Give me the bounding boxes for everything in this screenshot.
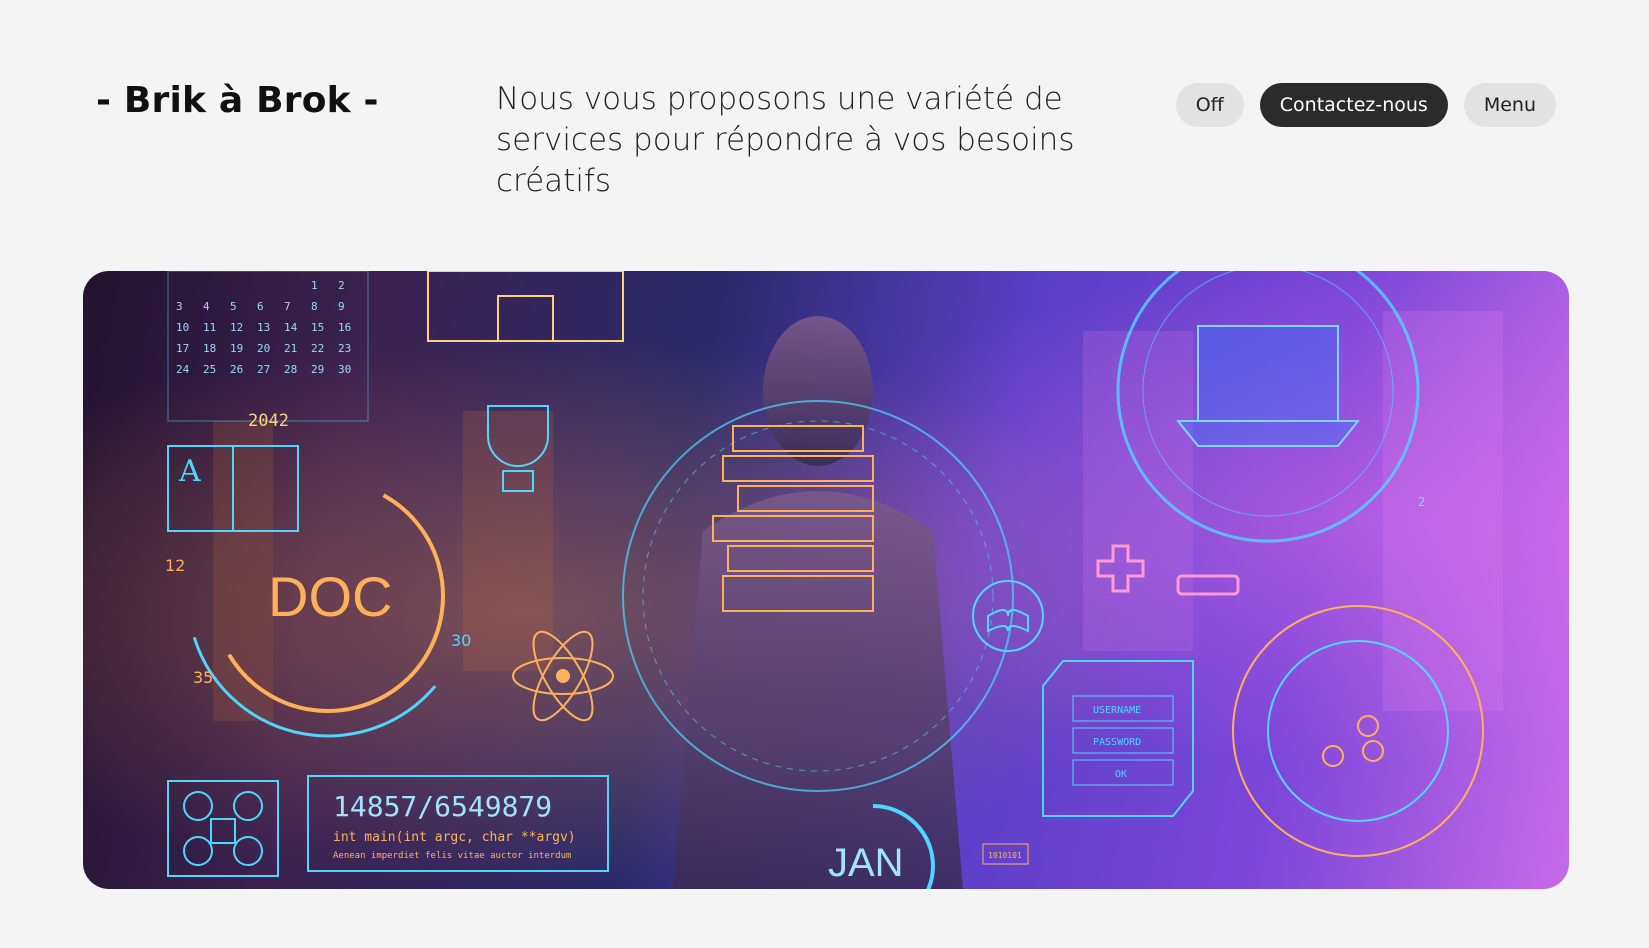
calendar-day: 20 xyxy=(257,342,270,355)
calendar-day: 6 xyxy=(257,300,264,313)
calendar-day: 12 xyxy=(230,321,243,334)
calendar-day: 27 xyxy=(257,363,270,376)
calendar-day: 1 xyxy=(311,279,318,292)
calendar-year: 2042 xyxy=(248,411,289,431)
menu-button[interactable]: Menu xyxy=(1463,83,1556,127)
gauge-label-left: 12 xyxy=(165,556,185,575)
calendar-day: 13 xyxy=(257,321,270,334)
calendar-day: 29 xyxy=(311,363,324,376)
calendar-day: 21 xyxy=(284,342,297,355)
calendar-day: 25 xyxy=(203,363,216,376)
calendar-day: 16 xyxy=(338,321,351,334)
login-username-label: USERNAME xyxy=(1093,705,1141,716)
calendar-day: 28 xyxy=(284,363,297,376)
calendar-day: 24 xyxy=(176,363,190,376)
calendar-day: 30 xyxy=(338,363,351,376)
calendar-day: 4 xyxy=(203,300,210,313)
calendar-day: 18 xyxy=(203,342,216,355)
code-subline: Aenean imperdiet felis vitae auctor inte… xyxy=(333,851,571,861)
off-toggle-button[interactable]: Off xyxy=(1175,83,1244,127)
calendar-day: 14 xyxy=(284,321,298,334)
calendar-day: 10 xyxy=(176,321,189,334)
calendar-day: 7 xyxy=(284,300,291,313)
hero-tagline: Nous vous proposons une variété de servi… xyxy=(496,81,1075,199)
calendar-day: 26 xyxy=(230,363,243,376)
hero-image: 1 2 3 4 5 6 7 8 9 10 11 12 13 14 15 16 17 18 19 20 21 22 23 24 2… xyxy=(83,271,1569,889)
top-nav: Off Contactez-nous Menu xyxy=(1175,83,1556,127)
calendar-day: 19 xyxy=(230,342,243,355)
counter-value: 14857/6549879 xyxy=(333,790,552,823)
login-ok-label: OK xyxy=(1115,769,1127,780)
gauge-label-right: 30 xyxy=(451,631,471,650)
calendar-day: 8 xyxy=(311,300,318,313)
svg-text:A: A xyxy=(178,454,201,489)
calendar-day: 23 xyxy=(338,342,351,355)
calendar-day: 17 xyxy=(176,342,189,355)
contact-button[interactable]: Contactez-nous xyxy=(1259,83,1448,127)
calendar-day: 5 xyxy=(230,300,237,313)
calendar-day: 22 xyxy=(311,342,324,355)
calendar-day: 15 xyxy=(311,321,324,334)
gauge-label-bottom: 35 xyxy=(193,668,213,687)
calendar-day: 9 xyxy=(338,300,345,313)
login-password-label: PASSWORD xyxy=(1093,737,1141,748)
binary-text: 1010101 xyxy=(988,851,1022,860)
calendar-day: 3 xyxy=(176,300,183,313)
calendar-day: 11 xyxy=(203,321,216,334)
hero-illustration: 1 23 4 5 6 7 8 910 11 12 13 14 15 1617 18 19 20 21 22 2324 2… xyxy=(83,271,1569,889)
doc-label: DOC xyxy=(268,565,392,628)
calendar-day: 2 xyxy=(338,279,345,292)
small-number: 2 xyxy=(1418,495,1425,509)
code-line: int main(int argc, char **argv) xyxy=(333,830,576,845)
brand-logo[interactable]: - Brik à Brok - xyxy=(96,80,379,121)
month-label: JAN xyxy=(828,841,904,885)
